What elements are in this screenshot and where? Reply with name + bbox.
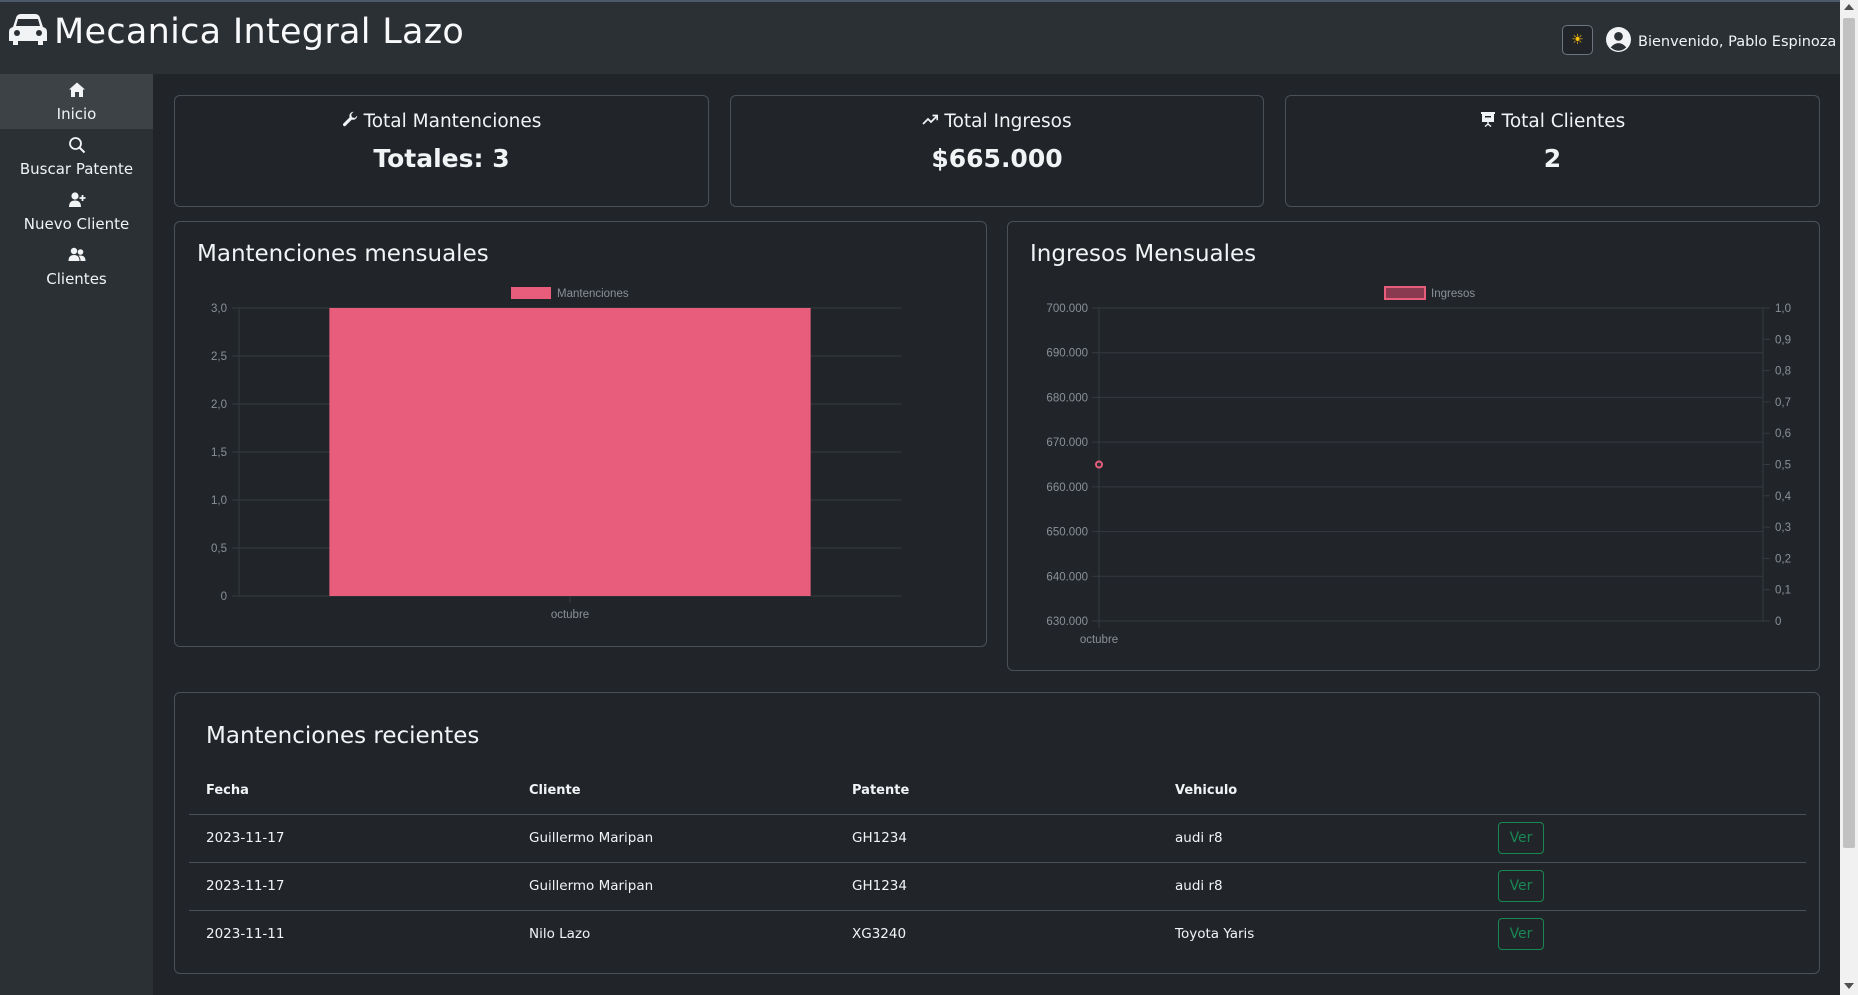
cell-fecha: 2023-11-17: [206, 878, 285, 894]
y-tick-label: 670.000: [1046, 437, 1088, 449]
scroll-down-arrow-icon[interactable]: [1844, 983, 1854, 989]
users-icon: [68, 246, 86, 270]
scroll-up-arrow-icon[interactable]: [1844, 4, 1854, 10]
cell-cliente: Guillermo Maripan: [529, 830, 654, 846]
stat-title: Total Ingresos: [944, 111, 1072, 132]
column-header-patente: Patente: [852, 783, 910, 798]
line-chart: 630.000 640.000 650.000 660.000 670.000 680.0…: [1046, 286, 1792, 646]
theme-toggle-button[interactable]: ☀: [1562, 25, 1593, 55]
user-menu[interactable]: Bienvenido, Pablo Espinoza: [1606, 27, 1836, 56]
stat-title: Total Clientes: [1501, 111, 1626, 132]
table-row: 2023-11-17 Guillermo Maripan GH1234 audi…: [189, 862, 1806, 910]
column-header-cliente: Cliente: [529, 783, 581, 798]
sidebar-item-label: Buscar Patente: [19, 159, 134, 178]
cell-fecha: 2023-11-17: [206, 830, 285, 846]
car-icon: [8, 12, 48, 52]
legend-label: Ingresos: [1431, 288, 1475, 300]
sidebar-item-label: Inicio: [56, 104, 97, 123]
stat-title: Total Mantenciones: [363, 111, 542, 132]
y-tick-label: 640.000: [1046, 571, 1088, 583]
cell-patente: GH1234: [852, 830, 907, 846]
wrench-icon: [342, 111, 358, 132]
y-tick-label: 660.000: [1046, 482, 1088, 494]
cell-patente: GH1234: [852, 878, 907, 894]
y-tick-label: 0: [221, 591, 227, 603]
cell-vehiculo: audi r8: [1175, 830, 1223, 846]
scroll-thumb[interactable]: [1843, 18, 1855, 848]
y-tick-label: 690.000: [1046, 348, 1088, 360]
top-navbar: Mecanica Integral Lazo ☀ Bienvenido, Pab…: [0, 0, 1840, 74]
table-row: 2023-11-17 Guillermo Maripan GH1234 audi…: [189, 814, 1806, 862]
user-circle-icon: [1606, 27, 1631, 56]
chart-card-mantenciones: Mantenciones mensuales 0 0,5 1,0 1,5 2,0 2,5 3…: [174, 221, 987, 647]
search-icon: [68, 136, 86, 160]
sidebar-item-clientes[interactable]: Clientes: [0, 239, 153, 294]
y-tick-label: 680.000: [1046, 392, 1088, 404]
chart-card-ingresos: Ingresos Mensuales 630.000 640.000 650.000…: [1007, 221, 1820, 671]
y2-tick-label: 0,9: [1775, 334, 1791, 346]
y-tick-label: 630.000: [1046, 616, 1088, 628]
trending-up-icon: [922, 111, 939, 132]
y2-tick-label: 0,5: [1775, 460, 1791, 472]
stat-card-mantenciones: Total Mantenciones Totales: 3: [174, 95, 709, 207]
column-header-vehiculo: Vehiculo: [1175, 783, 1238, 798]
sidebar-item-label: Clientes: [46, 269, 107, 288]
y-tick-label: 1,0: [211, 495, 227, 507]
ver-button[interactable]: Ver: [1498, 918, 1544, 950]
x-tick-label: octubre: [551, 609, 589, 621]
ver-button[interactable]: Ver: [1498, 822, 1544, 854]
y-tick-label: 650.000: [1046, 527, 1088, 539]
y2-tick-label: 0,3: [1775, 522, 1791, 534]
y-tick-label: 0,5: [211, 543, 227, 555]
stat-value: Totales: 3: [373, 144, 510, 173]
cell-cliente: Guillermo Maripan: [529, 878, 654, 894]
y2-tick-label: 0,4: [1775, 491, 1792, 503]
y2-tick-label: 0,2: [1775, 553, 1791, 565]
sidebar-item-nuevo-cliente[interactable]: Nuevo Cliente: [0, 184, 153, 239]
y2-tick-label: 0: [1775, 616, 1781, 628]
x-tick-label: octubre: [1080, 634, 1118, 646]
y-tick-label: 2,5: [211, 351, 227, 363]
y-tick-label: 3,0: [211, 303, 227, 315]
y2-tick-label: 0,8: [1775, 366, 1791, 378]
cell-fecha: 2023-11-11: [206, 926, 285, 942]
table-title: Mantenciones recientes: [206, 723, 480, 749]
sidebar-item-label: Nuevo Cliente: [23, 214, 130, 233]
legend-swatch: [511, 287, 551, 299]
legend-swatch: [1384, 286, 1426, 300]
cell-cliente: Nilo Lazo: [529, 926, 591, 942]
app-title: Mecanica Integral Lazo: [54, 12, 465, 52]
ver-button[interactable]: Ver: [1498, 870, 1544, 902]
page-scrollbar[interactable]: [1840, 0, 1858, 995]
welcome-text: Bienvenido, Pablo Espinoza: [1638, 33, 1837, 50]
y2-tick-label: 1,0: [1775, 303, 1791, 315]
y-tick-label: 700.000: [1046, 303, 1088, 315]
user-plus-icon: [68, 191, 86, 215]
cell-vehiculo: Toyota Yaris: [1175, 926, 1255, 942]
stat-value: 2: [1543, 144, 1562, 173]
legend-label: Mantenciones: [557, 288, 629, 300]
sidebar: Inicio Buscar Patente Nuevo Cliente Clie…: [0, 74, 153, 995]
presentation-icon: [1480, 111, 1496, 132]
stat-card-clientes: Total Clientes 2: [1285, 95, 1820, 207]
cell-patente: XG3240: [852, 926, 907, 942]
y-tick-label: 1,5: [211, 447, 227, 459]
home-icon: [68, 81, 86, 105]
stat-card-ingresos: Total Ingresos $665.000: [730, 95, 1264, 207]
brand[interactable]: Mecanica Integral Lazo: [8, 12, 464, 52]
stat-value: $665.000: [931, 144, 1063, 173]
y2-tick-label: 0,7: [1775, 397, 1791, 409]
recent-maintenance-card: Mantenciones recientes Fecha Cliente Pat…: [174, 692, 1820, 974]
bar: [329, 308, 811, 596]
sidebar-item-buscar-patente[interactable]: Buscar Patente: [0, 129, 153, 184]
cell-vehiculo: audi r8: [1175, 878, 1223, 894]
table-row: 2023-11-11 Nilo Lazo XG3240 Toyota Yaris…: [189, 910, 1806, 958]
y2-tick-label: 0,1: [1775, 585, 1791, 597]
sidebar-item-inicio[interactable]: Inicio: [0, 74, 153, 129]
column-header-fecha: Fecha: [206, 783, 249, 798]
y2-tick-label: 0,6: [1775, 428, 1791, 440]
bar-chart: 0 0,5 1,0 1,5 2,0 2,5 3,0 octubre Mantenciones: [211, 287, 901, 621]
y-tick-label: 2,0: [211, 399, 227, 411]
